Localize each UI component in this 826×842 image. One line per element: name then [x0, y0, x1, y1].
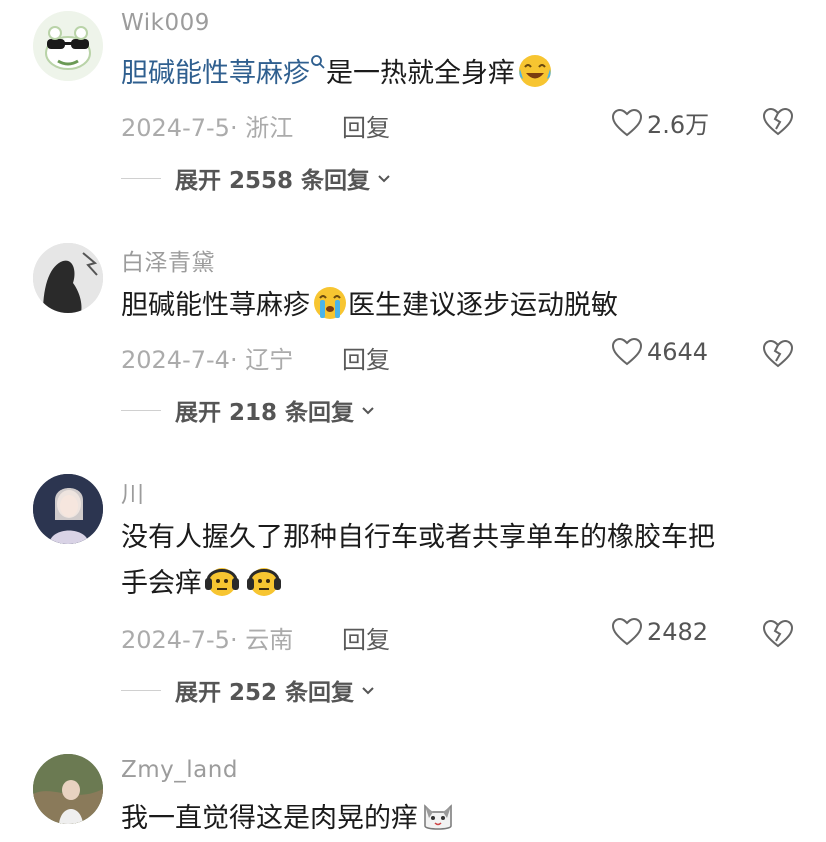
- search-icon[interactable]: [310, 54, 326, 70]
- expand-replies[interactable]: 展开 218 条回复: [121, 393, 376, 427]
- like-count: 2.6万: [647, 111, 710, 139]
- chevron-down-icon: [378, 175, 390, 183]
- comment-text-rest: 是一热就全身痒: [326, 58, 515, 89]
- avatar[interactable]: [33, 243, 103, 313]
- like-button[interactable]: 4644: [611, 337, 708, 367]
- broken-heart-icon[interactable]: [762, 106, 794, 138]
- comment-text: 胆碱能性荨麻疹 是一热就全身痒: [121, 51, 801, 97]
- laugh-cry-emoji-icon: [519, 55, 551, 87]
- crying-emoji-icon: [314, 287, 346, 319]
- date-location: 2024-7-4· 辽宁: [121, 346, 294, 374]
- like-button[interactable]: 2.6万: [611, 105, 709, 140]
- username[interactable]: 川: [121, 475, 145, 509]
- date-location: 2024-7-5· 浙江: [121, 114, 294, 142]
- comment-text-part: 手会痒: [121, 568, 202, 599]
- expand-replies[interactable]: 展开 252 条回复: [121, 673, 376, 707]
- like-button[interactable]: 2482: [611, 617, 708, 647]
- username[interactable]: Zmy_land: [121, 757, 238, 783]
- comment-text: 没有人握久了那种自行车或者共享单车的橡胶车把 手会痒: [121, 515, 801, 607]
- reply-button[interactable]: 回复: [342, 620, 390, 655]
- expand-replies-label: 展开 2558 条回复: [175, 168, 371, 194]
- comment-text: 胆碱能性荨麻疹 医生建议逐步运动脱敏: [121, 283, 801, 329]
- cat-emoji-icon: [424, 804, 452, 830]
- like-count: 2482: [647, 618, 709, 646]
- comment-text: 我一直觉得这是肉晃的痒: [121, 796, 801, 842]
- broken-heart-icon[interactable]: [762, 618, 794, 650]
- comment-text-line: 手会痒: [121, 561, 801, 607]
- reply-button[interactable]: 回复: [342, 340, 390, 375]
- comment-text-line: 没有人握久了那种自行车或者共享单车的橡胶车把: [121, 522, 715, 553]
- headphone-face-emoji-icon: [247, 568, 281, 596]
- username[interactable]: Wik009: [121, 10, 210, 36]
- avatar[interactable]: [33, 11, 103, 81]
- expand-replies-label: 展开 218 条回复: [175, 400, 355, 426]
- date-location: 2024-7-5· 云南: [121, 626, 294, 654]
- expand-replies-label: 展开 252 条回复: [175, 680, 355, 706]
- comment-text-part: 医生建议逐步运动脱敏: [348, 290, 618, 321]
- like-count: 4644: [647, 338, 709, 366]
- heart-outline-icon: [611, 337, 643, 366]
- chevron-down-icon: [362, 407, 374, 415]
- keyword-link[interactable]: 胆碱能性荨麻疹: [121, 58, 310, 89]
- avatar[interactable]: [33, 754, 103, 824]
- comment-text-part: 我一直觉得这是肉晃的痒: [121, 803, 418, 834]
- avatar[interactable]: [33, 474, 103, 544]
- username[interactable]: 白泽青黛: [121, 243, 215, 277]
- broken-heart-icon[interactable]: [762, 338, 794, 370]
- heart-outline-icon: [611, 108, 643, 136]
- reply-button[interactable]: 回复: [342, 108, 390, 143]
- comment-text-part: 胆碱能性荨麻疹: [121, 290, 310, 321]
- headphone-face-emoji-icon: [205, 568, 239, 596]
- expand-replies[interactable]: 展开 2558 条回复: [121, 161, 392, 195]
- chevron-down-icon: [362, 687, 374, 695]
- heart-outline-icon: [611, 617, 643, 646]
